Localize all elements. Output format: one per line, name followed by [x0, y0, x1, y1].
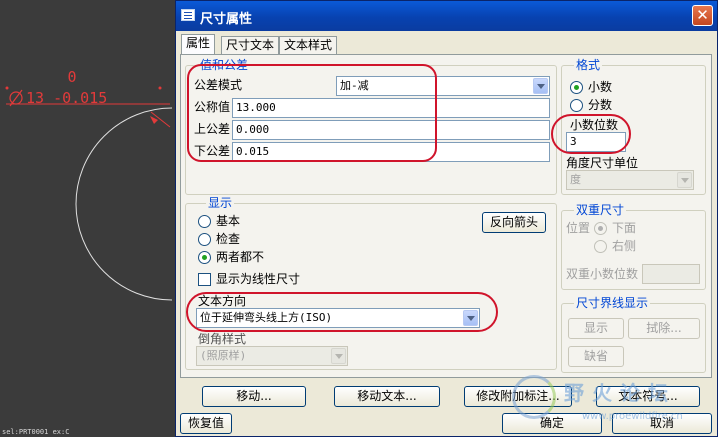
- witness-erase-button: 拭除...: [628, 318, 700, 339]
- cad-drawing: 0 13 -0.015: [5, 68, 173, 301]
- restore-values-button[interactable]: 恢复值: [180, 413, 232, 434]
- chamfer-style-value: (照原样): [200, 349, 247, 362]
- dimension-handle: [5, 86, 9, 90]
- neither-radio[interactable]: [198, 251, 211, 264]
- tab-text-style[interactable]: 文本样式: [279, 36, 338, 54]
- upper-tolerance-input[interactable]: 0.000: [232, 120, 550, 140]
- basic-radio[interactable]: [198, 215, 211, 228]
- arc-geometry: [75, 107, 173, 301]
- show-linear-label: 显示为线性尺寸: [216, 272, 301, 286]
- text-symbol-button[interactable]: 文本符号...: [596, 386, 700, 407]
- chevron-down-icon: [677, 172, 692, 188]
- fraction-label: 分数: [588, 98, 613, 112]
- dual-dimension-legend: 双重尺寸: [574, 203, 627, 217]
- text-direction-select[interactable]: 位于延伸弯头线上方(ISO): [196, 308, 480, 328]
- fraction-radio[interactable]: [570, 99, 583, 112]
- decimal-places-input[interactable]: 3: [566, 132, 626, 152]
- angle-unit-value: 度: [570, 173, 581, 186]
- chevron-down-icon[interactable]: [533, 78, 548, 94]
- decimal-label: 小数: [588, 80, 613, 94]
- chevron-down-icon: [331, 348, 346, 364]
- tolerance-mode-value: 加-减: [340, 79, 369, 92]
- tolerance-mode-select[interactable]: 加-减: [336, 76, 550, 96]
- dual-right-label: 右侧: [612, 239, 637, 253]
- tolerance-mode-label: 公差模式: [194, 78, 243, 92]
- nominal-value-input[interactable]: 13.000: [232, 98, 550, 118]
- chevron-down-icon[interactable]: [463, 310, 478, 326]
- lower-tolerance-input[interactable]: 0.015: [232, 142, 550, 162]
- flip-arrows-button[interactable]: 反向箭头: [482, 212, 546, 233]
- dual-decimals-label: 双重小数位数: [566, 267, 639, 281]
- move-button[interactable]: 移动...: [202, 386, 306, 407]
- dimension-properties-dialog: 尺寸属性 ✕ 属性 尺寸文本 文本样式 值和公差 公差模式 加-减 公称值 13…: [175, 0, 718, 437]
- format-group: 格式 小数 分数 小数位数 3 角度尺寸单位 度: [561, 58, 706, 195]
- cad-viewport[interactable]: 0 13 -0.015 sel:PRT0001 ex:C: [0, 0, 180, 437]
- lower-tolerance-label: 下公差: [194, 144, 231, 158]
- decimal-radio[interactable]: [570, 81, 583, 94]
- angle-unit-select: 度: [566, 170, 694, 190]
- witness-line-group: 尺寸界线显示 显示 拭除... 缺省: [561, 296, 706, 373]
- chamfer-style-select: (照原样): [196, 346, 348, 366]
- dimension-text: 13 -0.015: [26, 89, 107, 107]
- ok-button[interactable]: 确定: [502, 413, 602, 434]
- basic-label: 基本: [216, 214, 241, 228]
- dual-right-radio: [594, 240, 607, 253]
- tab-properties[interactable]: 属性: [181, 34, 216, 54]
- chamfer-style-label: 倒角样式: [198, 332, 247, 346]
- tab-dimension-text[interactable]: 尺寸文本: [221, 36, 280, 54]
- witness-default-button: 缺省: [568, 346, 624, 367]
- inspection-radio[interactable]: [198, 233, 211, 246]
- edit-attached-note-button[interactable]: 修改附加标注...: [464, 386, 572, 407]
- text-direction-value: 位于延伸弯头线上方(ISO): [200, 311, 333, 324]
- dual-position-label: 位置: [566, 221, 591, 235]
- witness-show-button: 显示: [568, 318, 624, 339]
- dual-below-radio: [594, 222, 607, 235]
- upper-tolerance-label: 上公差: [194, 122, 231, 136]
- witness-line-legend: 尺寸界线显示: [574, 296, 651, 310]
- cancel-button[interactable]: 取消: [612, 413, 712, 434]
- move-text-button[interactable]: 移动文本...: [334, 386, 440, 407]
- dual-dimension-group: 双重尺寸 位置 下面 右侧 双重小数位数: [561, 203, 706, 290]
- values-tolerances-legend: 值和公差: [198, 58, 251, 72]
- format-legend: 格式: [574, 58, 603, 72]
- dialog-title: 尺寸属性: [200, 12, 253, 27]
- values-tolerances-group: 值和公差 公差模式 加-减 公称值 13.000 上公差 0.000 下公差 0…: [185, 58, 557, 195]
- title-bar[interactable]: 尺寸属性 ✕: [176, 1, 717, 31]
- show-linear-checkbox[interactable]: [198, 273, 211, 286]
- decimal-places-label: 小数位数: [570, 118, 619, 132]
- dimension-upper-tolerance: 0: [67, 68, 76, 86]
- properties-panel: 值和公差 公差模式 加-减 公称值 13.000 上公差 0.000 下公差 0…: [180, 54, 712, 378]
- close-button[interactable]: ✕: [692, 5, 713, 26]
- display-group: 显示 基本 检查 两者都不 反向箭头 显示为线性尺寸 文本方向 位于延伸弯头线上…: [185, 196, 557, 370]
- dimension-handle: [158, 86, 162, 90]
- close-icon: ✕: [696, 6, 709, 24]
- angle-unit-label: 角度尺寸单位: [566, 156, 639, 170]
- cad-status-text: sel:PRT0001 ex:C: [2, 428, 70, 436]
- dialog-icon: [181, 9, 195, 21]
- inspection-label: 检查: [216, 232, 241, 246]
- nominal-label: 公称值: [194, 100, 231, 114]
- display-legend: 显示: [206, 196, 235, 210]
- text-direction-label: 文本方向: [198, 294, 247, 308]
- dual-decimals-input: [642, 264, 700, 284]
- dual-below-label: 下面: [612, 221, 637, 235]
- neither-label: 两者都不: [216, 250, 265, 264]
